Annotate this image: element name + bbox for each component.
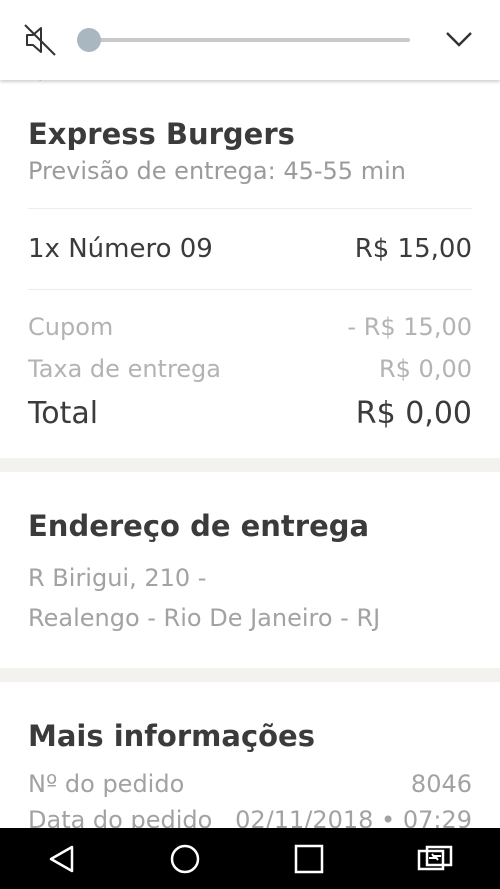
coupon-label: Cupom bbox=[28, 313, 114, 341]
restaurant-name: Express Burgers bbox=[28, 117, 295, 151]
address-card: Endereço de entrega R Birigui, 210 - Rea… bbox=[0, 472, 500, 668]
nav-recents-icon[interactable] bbox=[292, 842, 326, 876]
total-value: R$ 0,00 bbox=[355, 395, 472, 431]
system-navigation-bar bbox=[0, 828, 500, 889]
order-date-value: 02/11/2018 • 07:29 bbox=[235, 806, 472, 828]
order-card: Express Burgers Previsão de entrega: 45-… bbox=[0, 80, 500, 458]
volume-panel bbox=[0, 0, 500, 80]
order-date-label: Data do pedido bbox=[28, 806, 213, 828]
nav-back-icon[interactable] bbox=[45, 842, 79, 876]
nav-switch-app-icon[interactable] bbox=[415, 842, 455, 876]
more-info-title: Mais informações bbox=[28, 719, 315, 753]
address-line-1: R Birigui, 210 - bbox=[28, 564, 207, 592]
coupon-value: - R$ 15,00 bbox=[347, 313, 472, 341]
section-separator bbox=[0, 668, 500, 682]
order-details: Express Burgers Previsão de entrega: 45-… bbox=[0, 80, 500, 828]
item-price: R$ 15,00 bbox=[354, 234, 472, 264]
order-number-row: Nº do pedido 8046 bbox=[28, 766, 472, 802]
total-label: Total bbox=[28, 395, 99, 431]
order-number-value: 8046 bbox=[410, 770, 472, 798]
address-text: R Birigui, 210 - Realengo - Rio De Janei… bbox=[28, 558, 472, 668]
delivery-fee-value: R$ 0,00 bbox=[378, 355, 472, 383]
speaker-muted-icon[interactable] bbox=[22, 22, 58, 58]
delivery-eta: Previsão de entrega: 45-55 min bbox=[28, 157, 406, 185]
order-item-row: 1x Número 09 R$ 15,00 bbox=[28, 209, 472, 289]
volume-slider-track[interactable] bbox=[88, 38, 410, 42]
coupon-row: Cupom - R$ 15,00 bbox=[28, 306, 472, 348]
delivery-fee-row: Taxa de entrega R$ 0,00 bbox=[28, 348, 472, 390]
address-title: Endereço de entrega bbox=[28, 509, 370, 543]
volume-slider-thumb[interactable] bbox=[77, 28, 101, 52]
order-date-row: Data do pedido 02/11/2018 • 07:29 bbox=[28, 802, 472, 828]
order-number-label: Nº do pedido bbox=[28, 770, 185, 798]
section-separator bbox=[0, 458, 500, 472]
more-info-card: Mais informações Nº do pedido 8046 Data … bbox=[0, 682, 500, 828]
address-line-2: Realengo - Rio De Janeiro - RJ bbox=[28, 604, 381, 632]
delivery-fee-label: Taxa de entrega bbox=[28, 355, 221, 383]
total-row: Total R$ 0,00 bbox=[28, 390, 472, 458]
item-label: 1x Número 09 bbox=[28, 234, 213, 264]
nav-home-icon[interactable] bbox=[168, 842, 202, 876]
chevron-down-icon[interactable] bbox=[441, 24, 477, 54]
